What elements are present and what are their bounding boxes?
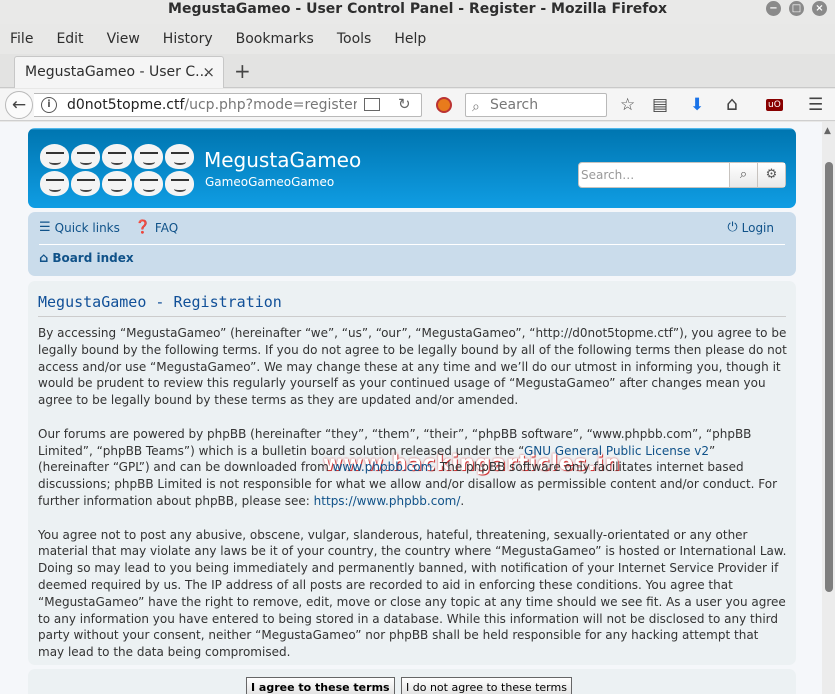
navbar-top-row: ☰ Quick links ❓ FAQ ⏻ Login <box>39 220 785 238</box>
quick-links-label: Quick links <box>54 220 120 235</box>
agree-button[interactable]: I agree to these terms <box>246 677 395 694</box>
bookmark-star-icon[interactable]: ☆ <box>620 95 635 115</box>
logo-face <box>40 144 70 169</box>
back-arrow-icon[interactable]: ← <box>5 91 33 119</box>
page-scrollbar[interactable]: ▲ <box>822 122 835 694</box>
reader-view-icon[interactable] <box>364 98 380 111</box>
menu-view[interactable]: View <box>107 26 140 52</box>
logo-face <box>102 171 132 196</box>
menu-bar: File Edit View History Bookmarks Tools H… <box>0 26 835 52</box>
ublock-icon[interactable]: uO <box>766 99 783 111</box>
tab-close-icon[interactable]: × <box>202 63 215 81</box>
advanced-search-gear-icon[interactable]: ⚙ <box>757 163 785 187</box>
tab-title: MegustaGameo - User C... <box>25 64 209 80</box>
forum-search-box: ⌕ ⚙ <box>578 162 786 188</box>
terms-buttons-panel: I agree to these terms I do not agree to… <box>28 669 796 694</box>
logo-face <box>102 144 132 169</box>
maximize-button[interactable]: □ <box>789 1 804 16</box>
quick-links-link[interactable]: ☰ Quick links <box>39 220 120 235</box>
menu-tools[interactable]: Tools <box>337 26 372 52</box>
page-viewport: MegustaGameo GameoGameoGameo ⌕ ⚙ ☰Quick … <box>0 122 822 694</box>
url-text[interactable]: d0not5topme.ctf/ucp.php?mode=register& <box>67 97 357 113</box>
terms-paragraph-2: Our forums are powered by phpBB (hereina… <box>38 426 788 510</box>
login-label: Login <box>741 220 774 235</box>
login-link[interactable]: ⏻ Login <box>727 220 774 235</box>
navigation-toolbar: ← i d0not5topme.ctf/ucp.php?mode=registe… <box>0 89 835 121</box>
logo-face <box>71 171 101 196</box>
search-icon: ⌕ <box>472 99 480 115</box>
board-index-label: Board index <box>52 251 134 265</box>
url-path: /ucp.php?mode=register& <box>184 97 357 113</box>
terms-paragraph-1: By accessing “MegustaGameo” (hereinafter… <box>38 326 787 408</box>
disagree-button[interactable]: I do not agree to these terms <box>401 677 572 694</box>
logo-face <box>164 171 194 196</box>
menu-help[interactable]: Help <box>394 26 426 52</box>
url-host: d0not5topme.ctf <box>67 97 185 113</box>
terms-text: By accessing “MegustaGameo” (hereinafter… <box>38 325 788 678</box>
url-bar[interactable]: i d0not5topme.ctf/ucp.php?mode=register&… <box>34 93 422 117</box>
faq-link[interactable]: ❓ FAQ <box>135 220 178 235</box>
search-icon[interactable]: ⌕ <box>729 163 757 187</box>
browser-search-placeholder: Search <box>490 97 539 113</box>
scroll-up-arrow-icon[interactable]: ▲ <box>824 126 831 136</box>
close-window-button[interactable]: × <box>812 1 827 16</box>
question-circle-icon: ❓ <box>134 220 151 235</box>
phpbb-www-link[interactable]: www.phpbb.com <box>333 460 433 474</box>
site-info-icon[interactable]: i <box>41 97 57 113</box>
scrollbar-thumb[interactable] <box>825 162 833 592</box>
menu-file[interactable]: File <box>10 26 33 52</box>
home-icon: ⌂ <box>39 251 49 266</box>
tab-bar: MegustaGameo - User C... × + <box>0 54 835 88</box>
window-titlebar: MegustaGameo - User Control Panel - Regi… <box>0 0 835 24</box>
logo-face <box>40 171 70 196</box>
forum-navbar: ☰ Quick links ❓ FAQ ⏻ Login ⌂ Board index <box>28 212 796 276</box>
title-divider <box>38 316 786 317</box>
site-description: GameoGameoGameo <box>205 175 335 189</box>
window-controls: − □ × <box>766 1 827 16</box>
window-title: MegustaGameo - User Control Panel - Regi… <box>168 1 667 17</box>
hamburger-menu-icon[interactable]: ☰ <box>808 95 823 115</box>
minimize-button[interactable]: − <box>766 1 781 16</box>
navbar-divider <box>39 244 785 245</box>
noscript-icon[interactable] <box>436 97 452 113</box>
reload-icon[interactable]: ↻ <box>398 95 411 113</box>
site-header: MegustaGameo GameoGameoGameo ⌕ ⚙ <box>28 128 796 208</box>
logo-face <box>133 171 163 196</box>
bars-icon: ☰ <box>39 220 51 235</box>
logo-face <box>164 144 194 169</box>
new-tab-icon[interactable]: + <box>234 59 251 83</box>
page-title: MegustaGameo - Registration <box>38 293 282 311</box>
gpl-license-link[interactable]: GNU General Public License v2 <box>524 444 709 458</box>
terms-p2-text-d: . <box>460 493 465 508</box>
power-icon: ⏻ <box>727 220 738 235</box>
site-logo[interactable] <box>40 144 194 196</box>
menu-history[interactable]: History <box>163 26 213 52</box>
library-icon[interactable]: ▤ <box>652 95 668 115</box>
logo-face <box>133 144 163 169</box>
tab-ucp-register[interactable]: MegustaGameo - User C... × <box>14 56 224 88</box>
menu-edit[interactable]: Edit <box>56 26 83 52</box>
site-name[interactable]: MegustaGameo <box>204 148 361 172</box>
board-index-link[interactable]: ⌂ Board index <box>39 251 134 266</box>
home-icon[interactable]: ⌂ <box>726 93 738 115</box>
browser-search-input[interactable]: ⌕ Search <box>465 93 607 117</box>
phpbb-https-link[interactable]: https://www.phpbb.com/ <box>314 494 461 508</box>
terms-paragraph-3: You agree not to post any abusive, obsce… <box>38 527 787 660</box>
download-icon[interactable]: ⬇ <box>690 95 704 115</box>
faq-label: FAQ <box>154 220 179 235</box>
logo-face <box>71 144 101 169</box>
registration-terms-panel: MegustaGameo - Registration www.hackinga… <box>28 281 796 665</box>
forum-search-input[interactable] <box>581 165 725 185</box>
menu-bookmarks[interactable]: Bookmarks <box>236 26 314 52</box>
